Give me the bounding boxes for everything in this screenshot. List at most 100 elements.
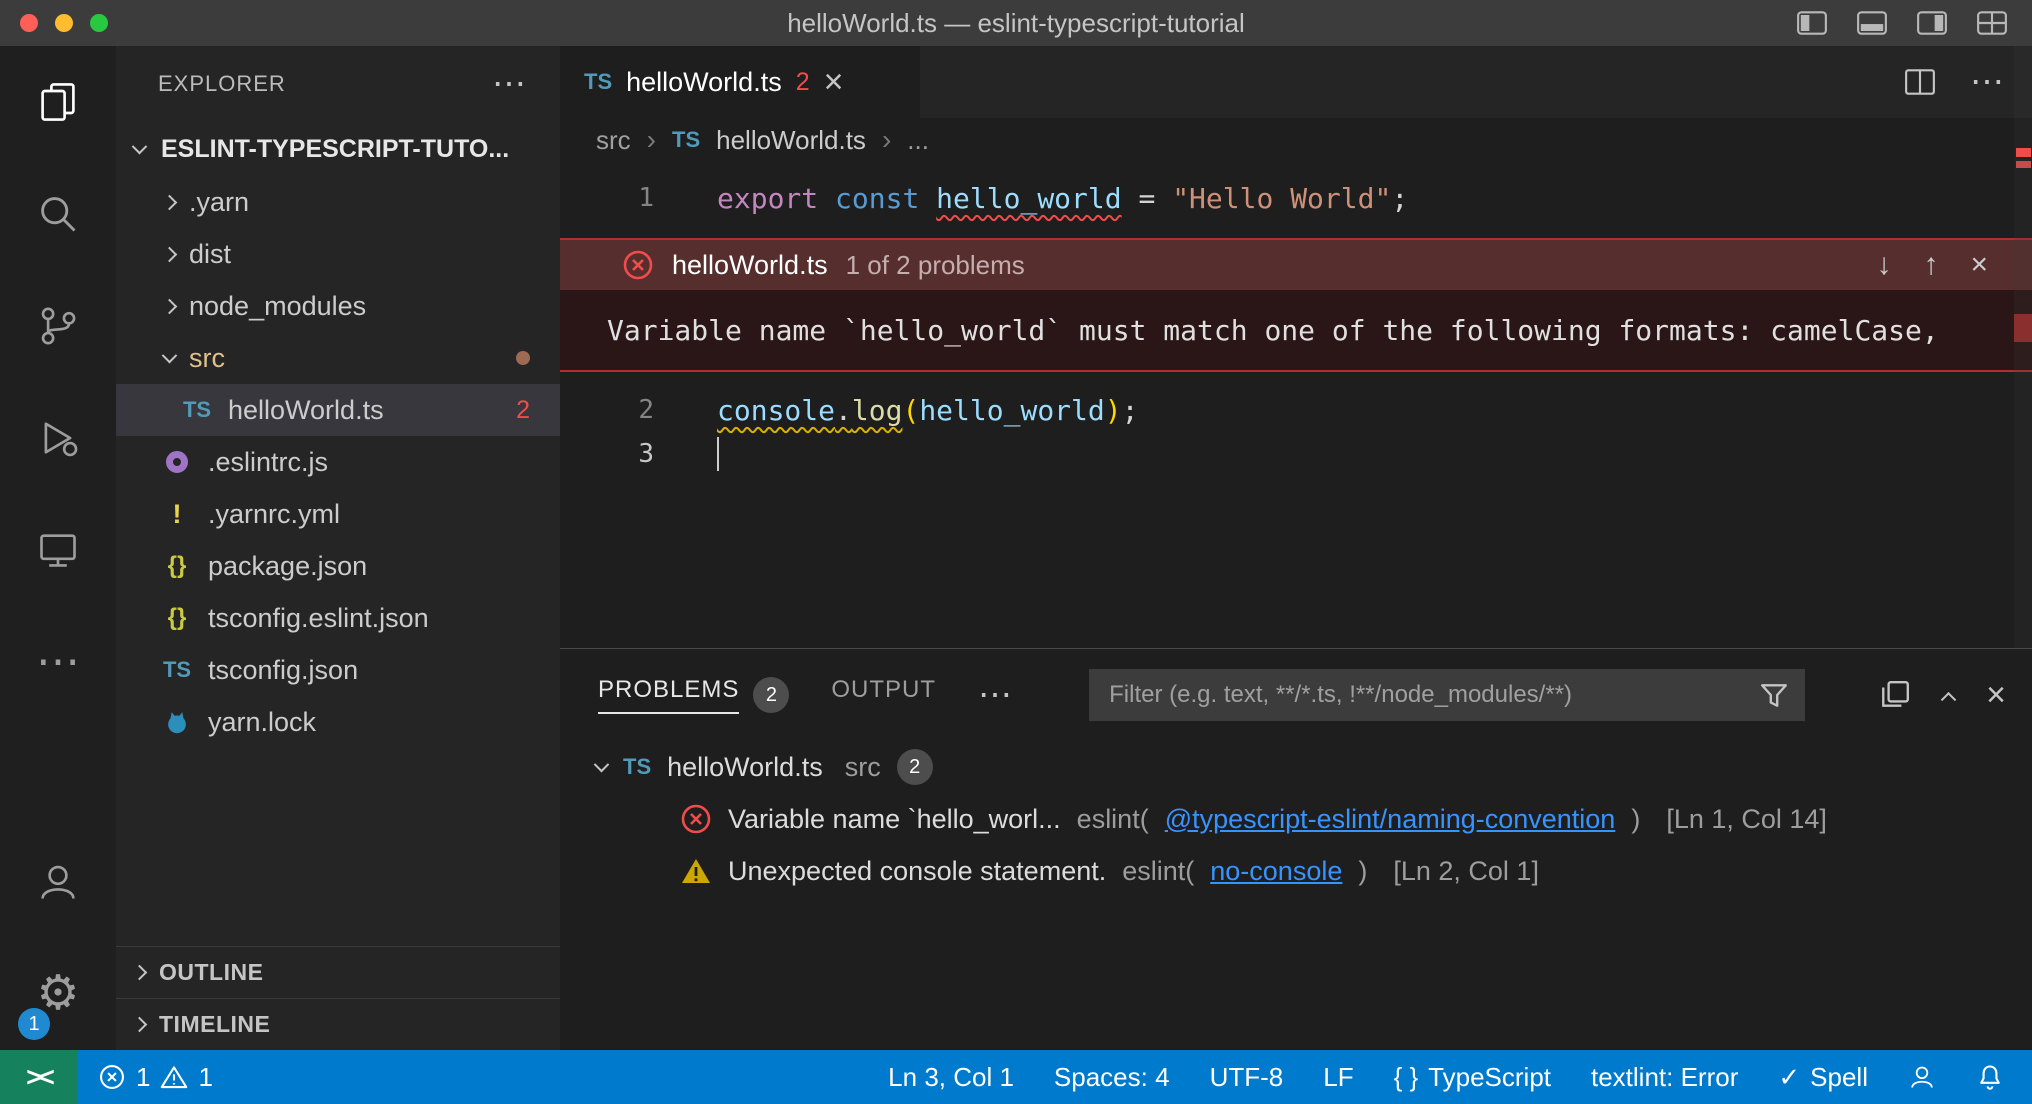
warning-count: 1 bbox=[198, 1062, 212, 1093]
rule-link[interactable]: @typescript-eslint/naming-convention bbox=[1165, 804, 1616, 835]
sidebar-bottom-sections: OUTLINE TIMELINE bbox=[116, 946, 560, 1050]
collapse-all-icon[interactable] bbox=[1879, 679, 1911, 711]
problem-source: eslint( bbox=[1122, 856, 1194, 887]
panel-more-tabs-icon[interactable]: ⋯ bbox=[978, 687, 1012, 704]
sidebar-item-yarn-lock[interactable]: yarn.lock bbox=[116, 696, 560, 748]
textlint-status[interactable]: textlint: Error bbox=[1571, 1050, 1758, 1104]
zoom-window-button[interactable] bbox=[90, 14, 108, 32]
encoding-status[interactable]: UTF-8 bbox=[1190, 1050, 1304, 1104]
explorer-icon[interactable] bbox=[0, 46, 116, 158]
yml-file-icon: ! bbox=[160, 499, 194, 530]
notifications-bell-icon[interactable] bbox=[1956, 1050, 2024, 1104]
activity-bar: ⋯ ⚙ 1 bbox=[0, 46, 116, 1050]
line-number[interactable]: 2 bbox=[560, 395, 654, 425]
sidebar-item-yarnrc-yml[interactable]: ! .yarnrc.yml bbox=[116, 488, 560, 540]
minimize-window-button[interactable] bbox=[55, 14, 73, 32]
timeline-section[interactable]: TIMELINE bbox=[116, 998, 560, 1050]
yarn-icon bbox=[160, 708, 194, 736]
remote-indicator[interactable]: >< bbox=[0, 1050, 78, 1104]
sidebar-item-package-json[interactable]: {} package.json bbox=[116, 540, 560, 592]
close-peek-icon[interactable]: × bbox=[1970, 248, 1988, 282]
additional-views-icon[interactable]: ⋯ bbox=[0, 606, 116, 718]
code-line-1[interactable]: 1 export const hello_world = "Hello Worl… bbox=[560, 176, 2032, 220]
search-icon[interactable] bbox=[0, 158, 116, 270]
ts-file-icon: TS bbox=[623, 754, 651, 780]
code-line-2[interactable]: 2 console.log(hello_world); bbox=[560, 388, 2032, 432]
close-panel-icon[interactable]: × bbox=[1986, 678, 2006, 712]
breadcrumb: src › TS helloWorld.ts › ... bbox=[560, 118, 2032, 162]
error-squiggle: hello_world bbox=[936, 182, 1121, 215]
overview-ruler-scrollbar[interactable] bbox=[2014, 46, 2032, 648]
item-label: .yarn bbox=[189, 187, 249, 218]
sidebar-item-tsconfig-eslint-json[interactable]: {} tsconfig.eslint.json bbox=[116, 592, 560, 644]
bottom-panel: PROBLEMS 2 OUTPUT ⋯ bbox=[560, 648, 2032, 1050]
toggle-panel-icon[interactable] bbox=[1856, 10, 1888, 36]
toggle-sidebar-icon[interactable] bbox=[1796, 10, 1828, 36]
item-label: .eslintrc.js bbox=[208, 447, 328, 478]
toggle-secondary-sidebar-icon[interactable] bbox=[1916, 10, 1948, 36]
cursor-position-status[interactable]: Ln 3, Col 1 bbox=[868, 1050, 1034, 1104]
sidebar-item-eslintrc-js[interactable]: .eslintrc.js bbox=[116, 436, 560, 488]
spell-status[interactable]: ✓ Spell bbox=[1758, 1050, 1888, 1104]
breadcrumb-symbol[interactable]: ... bbox=[907, 125, 929, 156]
settings-badge: 1 bbox=[18, 1008, 50, 1040]
remote-explorer-icon[interactable] bbox=[0, 494, 116, 606]
peek-problem-count: 1 of 2 problems bbox=[846, 250, 1025, 281]
line-number[interactable]: 1 bbox=[560, 183, 654, 213]
error-icon bbox=[98, 1063, 126, 1091]
customize-layout-icon[interactable] bbox=[1976, 10, 2008, 36]
code-line-3[interactable]: 3 bbox=[560, 432, 2032, 476]
eol-status[interactable]: LF bbox=[1303, 1050, 1373, 1104]
code-text: export const hello_world = "Hello World"… bbox=[717, 182, 1408, 215]
problem-row-error[interactable]: Variable name `hello_worl... eslint(@typ… bbox=[560, 793, 2032, 845]
error-count: 1 bbox=[136, 1062, 150, 1093]
problems-filter-input[interactable] bbox=[1109, 681, 1759, 709]
sidebar-item-yarn-folder[interactable]: .yarn bbox=[116, 176, 560, 228]
source-control-icon[interactable] bbox=[0, 270, 116, 382]
sidebar-item-src[interactable]: src bbox=[116, 332, 560, 384]
window-title: helloWorld.ts — eslint-typescript-tutori… bbox=[0, 8, 2032, 39]
filter-funnel-icon[interactable] bbox=[1759, 680, 1789, 710]
explorer-title: EXPLORER bbox=[158, 71, 286, 97]
outline-section[interactable]: OUTLINE bbox=[116, 946, 560, 998]
sidebar-item-dist[interactable]: dist bbox=[116, 228, 560, 280]
panel-header: PROBLEMS 2 OUTPUT ⋯ bbox=[560, 649, 2032, 741]
editor-and-panel: TS helloWorld.ts 2 × ⋯ src › bbox=[560, 46, 2032, 1050]
traffic-lights bbox=[0, 14, 108, 32]
section-label: OUTLINE bbox=[159, 959, 263, 986]
ts-file-icon: TS bbox=[160, 657, 194, 683]
more-actions-icon[interactable]: ⋯ bbox=[1970, 74, 2004, 91]
tab-output[interactable]: OUTPUT bbox=[831, 676, 936, 714]
previous-problem-icon[interactable]: ↑ bbox=[1923, 248, 1938, 282]
split-editor-icon[interactable] bbox=[1904, 67, 1936, 97]
next-problem-icon[interactable]: ↓ bbox=[1876, 248, 1891, 282]
explorer-more-icon[interactable]: ⋯ bbox=[492, 76, 526, 93]
error-peek-widget: helloWorld.ts 1 of 2 problems ↓ ↑ × Vari… bbox=[560, 238, 2032, 372]
sidebar-item-node-modules[interactable]: node_modules bbox=[116, 280, 560, 332]
project-root-row[interactable]: ESLINT-TYPESCRIPT-TUTO... bbox=[116, 122, 560, 176]
remote-icon: >< bbox=[26, 1062, 52, 1093]
sidebar-item-tsconfig-json[interactable]: TS tsconfig.json bbox=[116, 644, 560, 696]
tab-helloworld-ts[interactable]: TS helloWorld.ts 2 × bbox=[560, 46, 920, 118]
run-debug-icon[interactable] bbox=[0, 382, 116, 494]
breadcrumb-folder[interactable]: src bbox=[596, 125, 631, 156]
accounts-icon[interactable] bbox=[0, 826, 116, 938]
close-window-button[interactable] bbox=[20, 14, 38, 32]
indentation-status[interactable]: Spaces: 4 bbox=[1034, 1050, 1190, 1104]
sidebar-item-helloworld-ts[interactable]: TS helloWorld.ts 2 bbox=[116, 384, 560, 436]
code-editor[interactable]: 1 export const hello_world = "Hello Worl… bbox=[560, 162, 2032, 648]
problems-filter[interactable] bbox=[1089, 669, 1805, 721]
line-number-active[interactable]: 3 bbox=[560, 439, 654, 469]
tab-problems[interactable]: PROBLEMS 2 bbox=[598, 676, 789, 714]
problems-file-group[interactable]: TS helloWorld.ts src 2 bbox=[560, 741, 2032, 793]
feedback-icon[interactable] bbox=[1888, 1050, 1956, 1104]
maximize-panel-icon[interactable] bbox=[1941, 691, 1957, 707]
breadcrumb-file[interactable]: helloWorld.ts bbox=[716, 125, 866, 156]
problem-row-warning[interactable]: Unexpected console statement. eslint(no-… bbox=[560, 845, 2032, 897]
settings-gear-icon[interactable]: ⚙ 1 bbox=[0, 938, 116, 1050]
peek-header: helloWorld.ts 1 of 2 problems ↓ ↑ × bbox=[560, 240, 2032, 290]
language-mode-status[interactable]: { } TypeScript bbox=[1374, 1050, 1571, 1104]
rule-link[interactable]: no-console bbox=[1210, 856, 1342, 887]
close-tab-icon[interactable]: × bbox=[824, 65, 844, 99]
problems-status[interactable]: 1 1 bbox=[78, 1050, 233, 1104]
